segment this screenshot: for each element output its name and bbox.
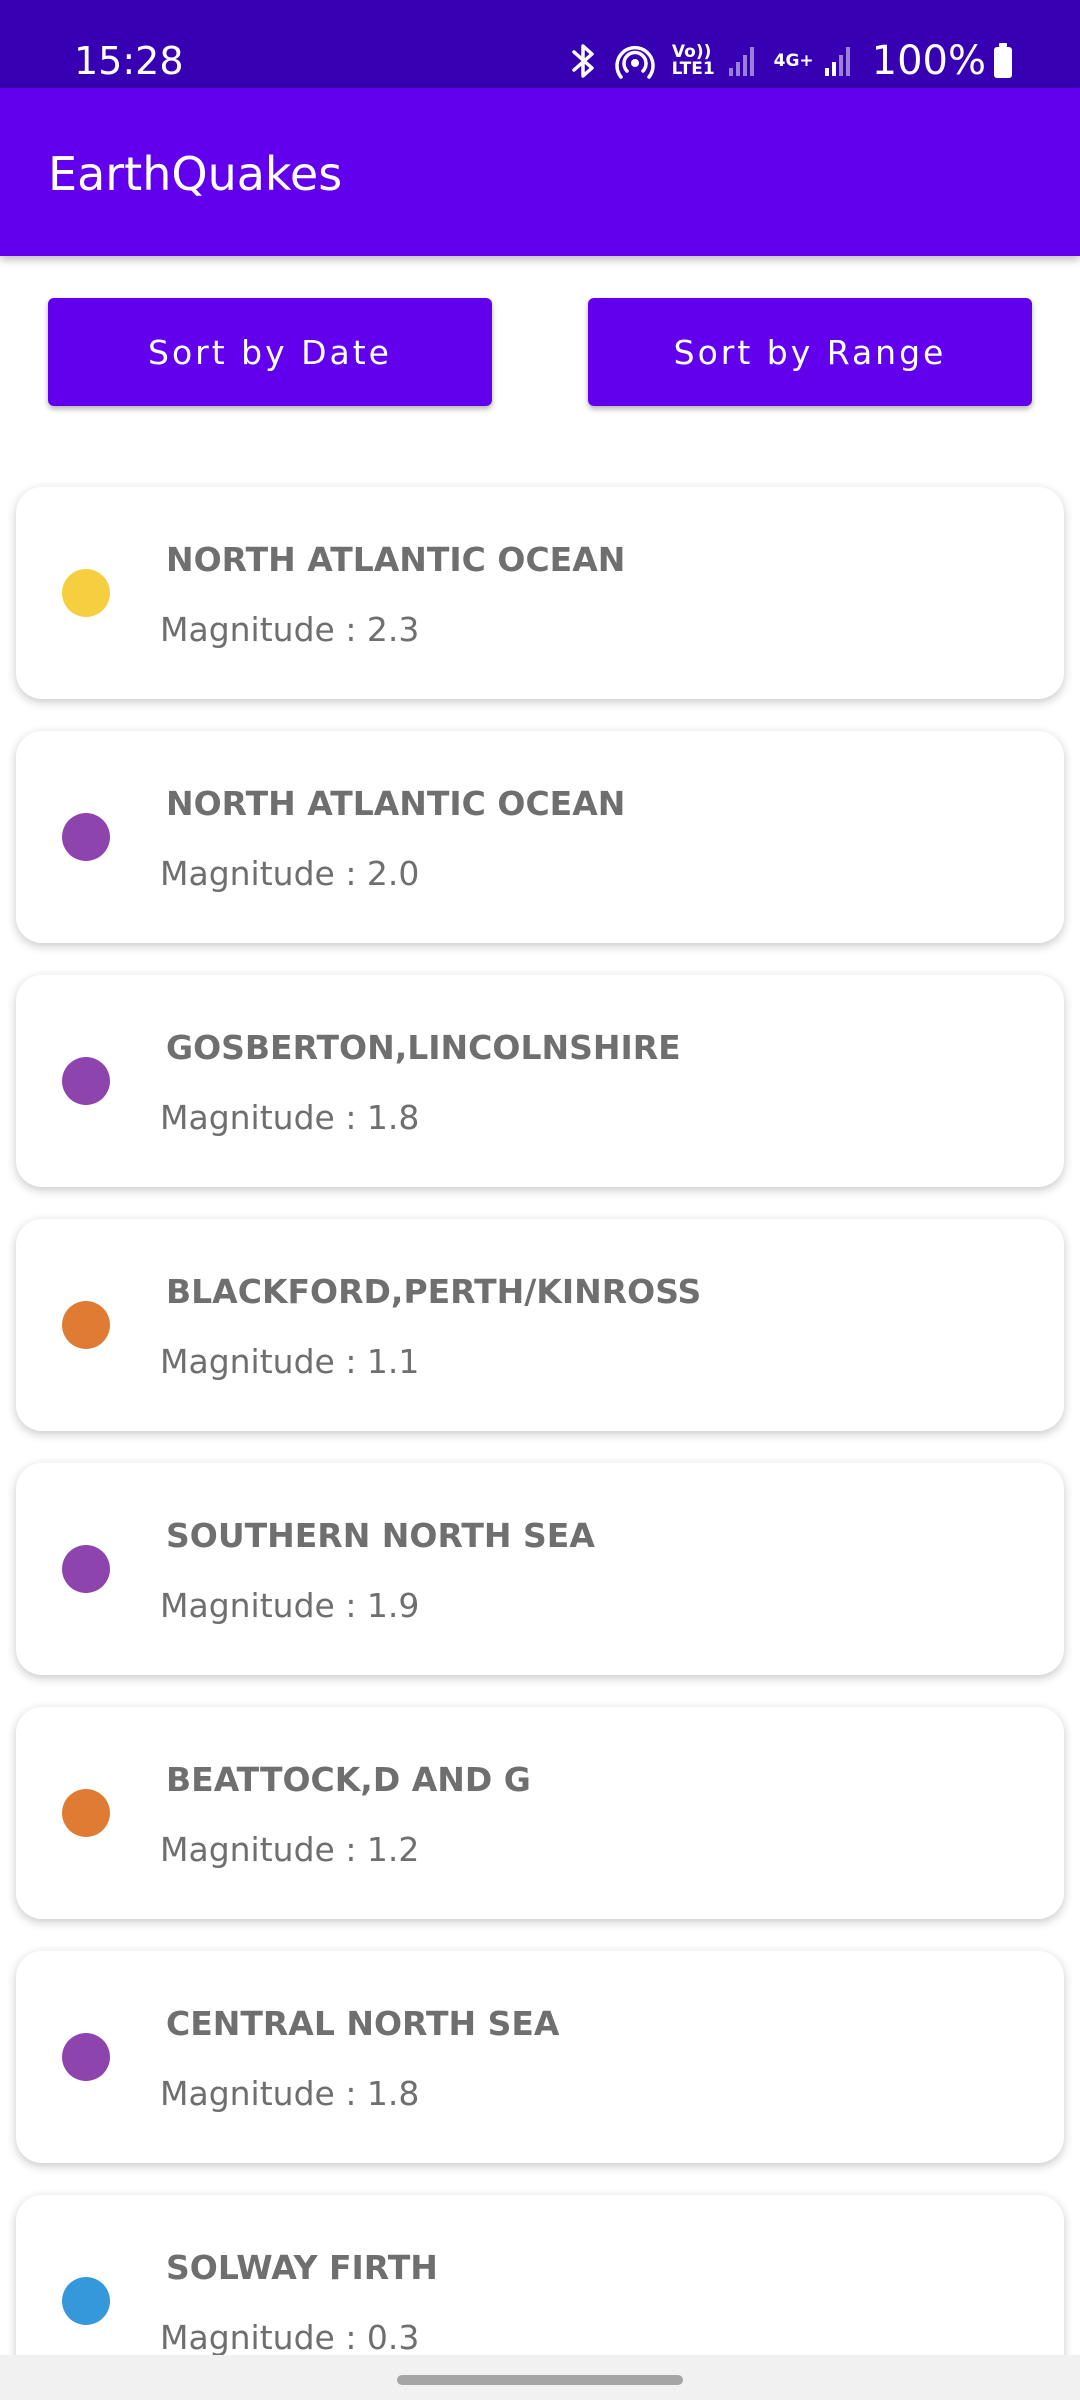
magnitude-dot-icon xyxy=(62,1057,110,1105)
earthquake-location: CENTRAL NORTH SEA xyxy=(166,2004,560,2043)
earthquake-location: SOUTHERN NORTH SEA xyxy=(166,1516,595,1555)
earthquake-magnitude: Magnitude : 1.1 xyxy=(160,1342,420,1381)
home-gesture-handle[interactable] xyxy=(397,2375,683,2385)
magnitude-dot-icon xyxy=(62,813,110,861)
hotspot-icon xyxy=(614,41,656,81)
signal-icon xyxy=(824,44,854,78)
sort-by-range-button[interactable]: Sort by Range xyxy=(588,298,1032,406)
earthquake-magnitude: Magnitude : 0.3 xyxy=(160,2318,420,2355)
status-icons: Vo)) LTE1 4G+ 100% xyxy=(554,36,1014,86)
magnitude-dot-icon xyxy=(62,1301,110,1349)
earthquake-magnitude: Magnitude : 1.9 xyxy=(160,1586,420,1625)
earthquake-location: SOLWAY FIRTH xyxy=(166,2248,438,2287)
earthquake-location: BLACKFORD,PERTH/KINROSS xyxy=(166,1272,702,1311)
earthquake-card[interactable]: NORTH ATLANTIC OCEAN Magnitude : 2.3 xyxy=(16,487,1064,699)
battery-percent: 100% xyxy=(871,38,986,84)
earthquake-magnitude: Magnitude : 1.8 xyxy=(160,1098,420,1137)
earthquake-card[interactable]: BEATTOCK,D AND G Magnitude : 1.2 xyxy=(16,1707,1064,1919)
earthquake-card[interactable]: GOSBERTON,LINCOLNSHIRE Magnitude : 1.8 xyxy=(16,975,1064,1187)
earthquake-card[interactable]: BLACKFORD,PERTH/KINROSS Magnitude : 1.1 xyxy=(16,1219,1064,1431)
magnitude-dot-icon xyxy=(62,1789,110,1837)
earthquake-location: NORTH ATLANTIC OCEAN xyxy=(166,540,626,579)
earthquake-location: BEATTOCK,D AND G xyxy=(166,1760,531,1799)
earthquake-magnitude: Magnitude : 1.8 xyxy=(160,2074,420,2113)
magnitude-dot-icon xyxy=(62,1545,110,1593)
signal-icon xyxy=(728,44,758,78)
earthquake-card[interactable]: CENTRAL NORTH SEA Magnitude : 1.8 xyxy=(16,1951,1064,2163)
app-bar: EarthQuakes xyxy=(0,88,1080,256)
earthquake-magnitude: Magnitude : 2.0 xyxy=(160,854,420,893)
sort-by-date-button[interactable]: Sort by Date xyxy=(48,298,492,406)
magnitude-dot-icon xyxy=(62,2277,110,2325)
network-label-lte: Vo)) LTE1 xyxy=(671,42,715,79)
earthquake-location: GOSBERTON,LINCOLNSHIRE xyxy=(166,1028,681,1067)
magnitude-dot-icon xyxy=(62,2033,110,2081)
network-label-4g: 4G+ xyxy=(773,50,814,71)
earthquake-card[interactable]: NORTH ATLANTIC OCEAN Magnitude : 2.0 xyxy=(16,731,1064,943)
earthquake-magnitude: Magnitude : 1.2 xyxy=(160,1830,420,1869)
magnitude-dot-icon xyxy=(62,569,110,617)
battery-icon xyxy=(992,42,1014,80)
earthquake-list[interactable]: NORTH ATLANTIC OCEAN Magnitude : 2.3 NOR… xyxy=(0,470,1080,2355)
earthquake-magnitude: Magnitude : 2.3 xyxy=(160,610,420,649)
app-title: EarthQuakes xyxy=(48,147,343,201)
status-bar: 15:28 Vo)) LTE1 4G+ 100% xyxy=(0,0,1080,88)
status-time: 15:28 xyxy=(74,39,184,83)
bluetooth-icon xyxy=(570,41,598,81)
navigation-bar xyxy=(0,2355,1080,2400)
earthquake-card[interactable]: SOLWAY FIRTH Magnitude : 0.3 xyxy=(16,2195,1064,2355)
earthquake-card[interactable]: SOUTHERN NORTH SEA Magnitude : 1.9 xyxy=(16,1463,1064,1675)
earthquake-location: NORTH ATLANTIC OCEAN xyxy=(166,784,626,823)
